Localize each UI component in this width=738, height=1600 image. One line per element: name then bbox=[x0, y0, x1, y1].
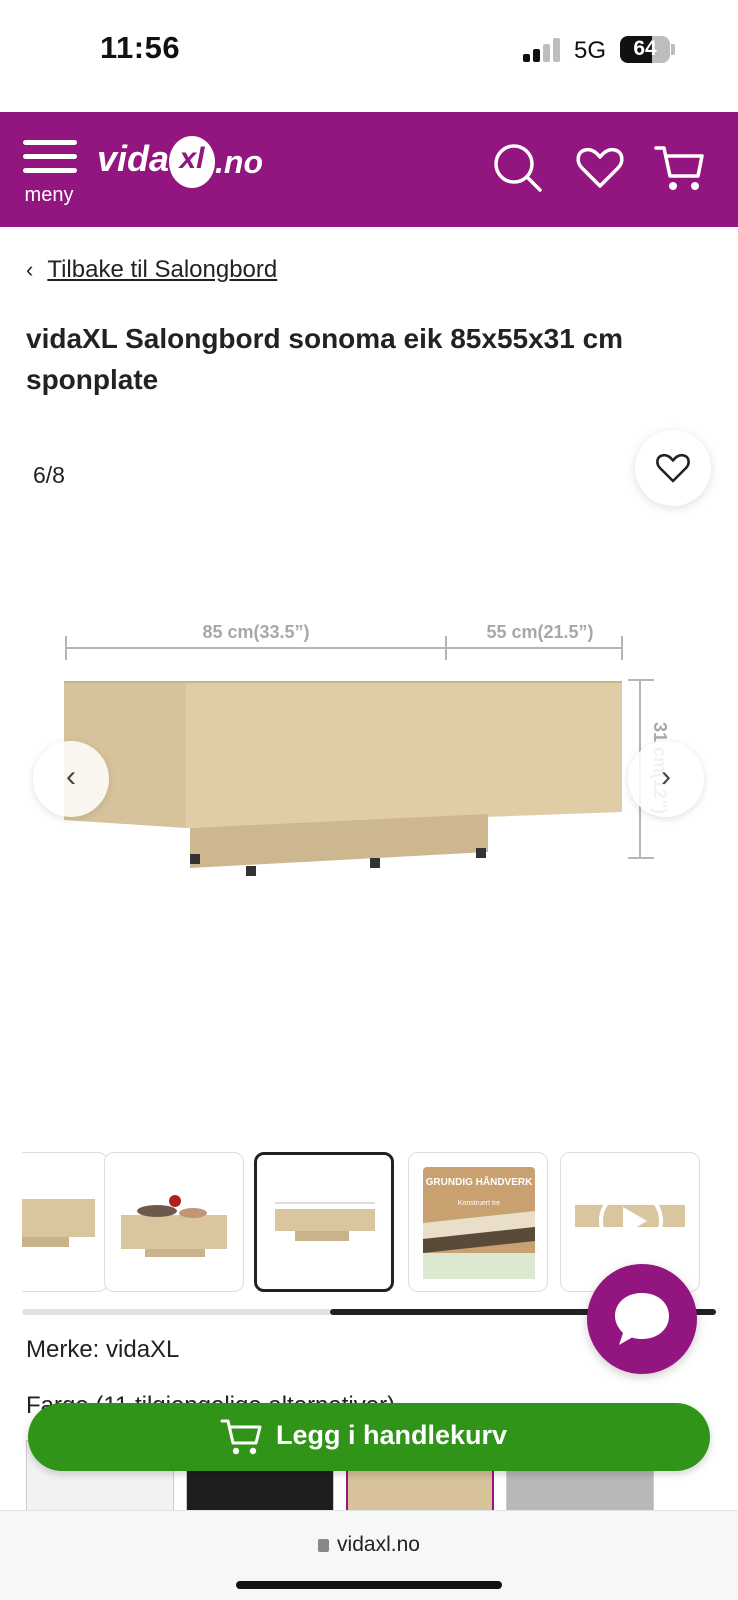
battery-percent: 64 bbox=[633, 37, 657, 60]
site-header: meny vida xl .no bbox=[0, 112, 738, 227]
chevron-left-icon: ‹ bbox=[66, 760, 76, 793]
logo-text-right: .no bbox=[215, 144, 263, 180]
chevron-left-icon: ‹ bbox=[26, 257, 34, 282]
battery-tip bbox=[671, 44, 675, 55]
thumbnail-active[interactable] bbox=[254, 1152, 394, 1292]
product-main-image[interactable]: 85 cm(33.5”) 55 cm(21.5”) 31 cm(12”) bbox=[0, 600, 738, 900]
menu-button[interactable]: meny bbox=[20, 140, 80, 210]
wishlist-button[interactable] bbox=[635, 430, 711, 506]
add-to-cart-button[interactable]: Legg i handlekurv bbox=[28, 1403, 710, 1471]
lock-icon bbox=[318, 1539, 330, 1552]
home-indicator[interactable] bbox=[236, 1581, 502, 1589]
vidaxl-logo[interactable]: vida xl .no bbox=[97, 132, 277, 202]
thumbnail[interactable]: GRUNDIG HÅNDVERK Konstruert tre bbox=[408, 1152, 548, 1292]
browser-bar: vidaxl.no bbox=[0, 1510, 738, 1600]
menu-label: meny bbox=[24, 184, 74, 206]
prev-image-button[interactable]: ‹ bbox=[33, 741, 109, 817]
cart-icon[interactable] bbox=[652, 140, 708, 196]
width-dimension-label: 85 cm(33.5”) bbox=[202, 622, 309, 642]
cart-icon bbox=[220, 1419, 262, 1455]
network-label: 5G bbox=[574, 37, 607, 64]
logo-badge: xl bbox=[169, 136, 215, 188]
thumbnail[interactable] bbox=[22, 1152, 108, 1292]
thumbnail[interactable] bbox=[104, 1152, 244, 1292]
image-counter: 6/8 bbox=[33, 462, 65, 488]
status-bar: 11:56 5G 64 bbox=[0, 0, 738, 110]
chat-button[interactable] bbox=[587, 1264, 697, 1374]
logo-badge-text: xl bbox=[179, 142, 205, 175]
breadcrumb-link[interactable]: Tilbake til Salongbord bbox=[47, 256, 277, 283]
menu-icon bbox=[23, 140, 77, 145]
chevron-right-icon: › bbox=[661, 760, 671, 793]
add-to-cart-label: Legg i handlekurv bbox=[276, 1420, 508, 1450]
url-field[interactable]: vidaxl.no bbox=[0, 1533, 738, 1557]
next-image-button[interactable]: › bbox=[628, 741, 704, 817]
breadcrumb[interactable]: ‹ Tilbake til Salongbord bbox=[26, 256, 277, 284]
menu-icon-bar bbox=[23, 168, 77, 173]
depth-dimension-label: 55 cm(21.5”) bbox=[486, 622, 593, 642]
chat-bubble-icon bbox=[615, 1293, 669, 1345]
heart-icon[interactable] bbox=[572, 140, 628, 196]
url-text: vidaxl.no bbox=[337, 1533, 420, 1556]
thumbnail-banner-title: GRUNDIG HÅNDVERK bbox=[426, 1175, 533, 1188]
thumbnail-banner-subtitle: Konstruert tre bbox=[458, 1200, 501, 1207]
status-time: 11:56 bbox=[100, 30, 181, 65]
heart-icon bbox=[656, 453, 690, 483]
signal-icon bbox=[523, 38, 563, 62]
logo-text-left: vida bbox=[97, 138, 170, 179]
search-icon[interactable] bbox=[490, 140, 546, 196]
product-title: vidaXL Salongbord sonoma eik 85x55x31 cm… bbox=[26, 323, 624, 395]
battery-icon: 64 bbox=[620, 36, 670, 63]
brand-line: Merke: vidaXL bbox=[26, 1336, 180, 1363]
menu-icon-bar bbox=[23, 154, 77, 159]
